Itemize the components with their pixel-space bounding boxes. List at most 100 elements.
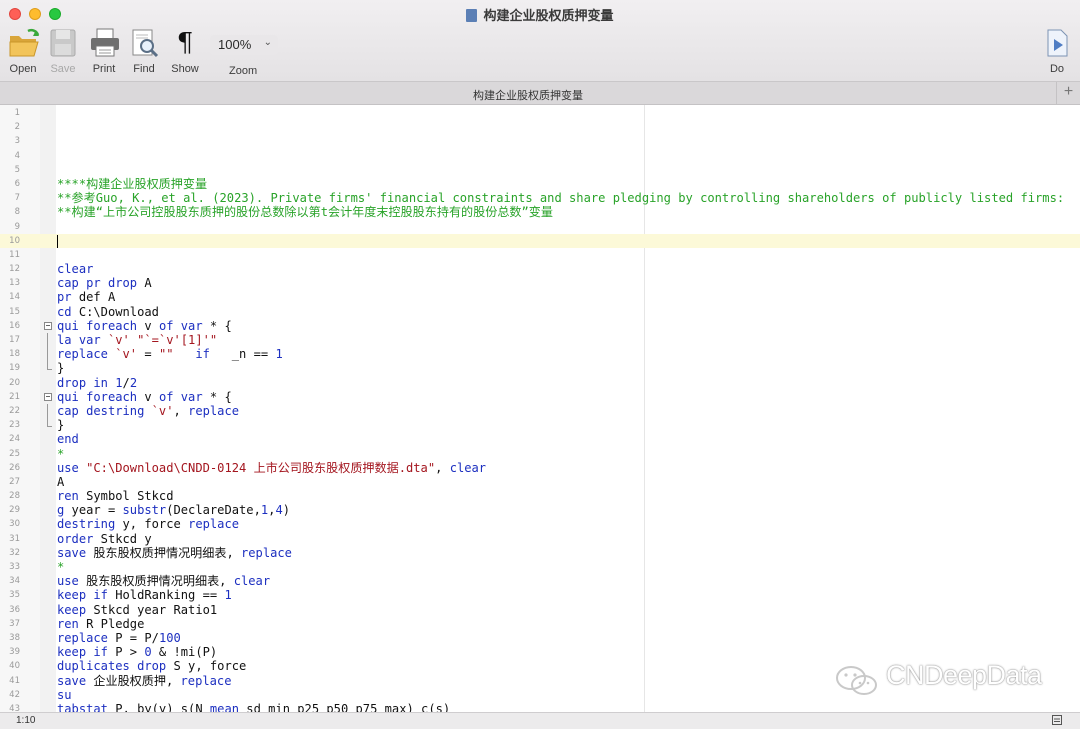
code-token: **参考Guo, K., et al. (2023). Private firm… bbox=[57, 191, 1065, 206]
code-text: } bbox=[57, 418, 64, 432]
code-line[interactable]: 9 bbox=[0, 220, 1080, 234]
code-token: 2 bbox=[129, 375, 138, 390]
fold-toggle-icon[interactable] bbox=[43, 319, 52, 333]
code-text: save 股东股权质押情况明细表, replace bbox=[57, 546, 292, 560]
fold-guide bbox=[43, 333, 52, 347]
code-token: keep if bbox=[57, 645, 108, 660]
code-line[interactable]: 29 g year = substr(DeclareDate,1,4) bbox=[0, 503, 1080, 517]
code-line[interactable]: 5 bbox=[0, 163, 1080, 177]
zoom-select[interactable]: 100% ⌄ bbox=[210, 35, 278, 55]
code-line[interactable]: 26 use "C:\Download\CNDD-0124 上市公司股东股权质押数… bbox=[0, 461, 1080, 475]
do-button[interactable]: Do bbox=[1035, 28, 1079, 75]
code-text: **构建“上市公司控股股东质押的股份总数除以第t会计年度末控股股东持有的股份总数… bbox=[57, 205, 553, 219]
code-line[interactable]: 43 tabstat P, by(y) s(N mean sd min p25 p… bbox=[0, 702, 1080, 712]
code-token: su bbox=[57, 687, 72, 702]
code-line[interactable]: 3 bbox=[0, 134, 1080, 148]
code-line[interactable]: 10 bbox=[0, 233, 1080, 248]
line-number: 6 bbox=[14, 178, 20, 189]
code-token: replace bbox=[188, 517, 240, 532]
code-line[interactable]: 25 * bbox=[0, 447, 1080, 461]
code-line[interactable]: 15 cd C:\Download bbox=[0, 305, 1080, 319]
new-tab-button[interactable]: + bbox=[1056, 82, 1080, 104]
code-line[interactable]: 21 qui foreach v of var * { bbox=[0, 390, 1080, 404]
save-button[interactable]: Save bbox=[41, 28, 85, 75]
chevron-down-icon: ⌄ bbox=[263, 37, 272, 48]
code-line[interactable]: 6 ****构建企业股权质押变量 bbox=[0, 177, 1080, 191]
code-token: 股东股权质押情况明细表, bbox=[78, 574, 234, 589]
code-token: cap pr drop bbox=[57, 276, 138, 291]
code-line[interactable]: 16 qui foreach v of var * { bbox=[0, 319, 1080, 333]
code-token: * bbox=[57, 560, 65, 574]
code-text: ren Symbol Stkcd bbox=[57, 489, 174, 503]
code-line[interactable]: 13 cap pr drop A bbox=[0, 276, 1080, 290]
code-lines[interactable]: 1 2 3 4 5 6 ****构建企业股权质押变量 7 **参考Guo, K., et al.… bbox=[0, 106, 1080, 712]
find-button[interactable]: Find bbox=[122, 28, 166, 75]
code-line[interactable]: 19} bbox=[0, 361, 1080, 375]
code-text: order Stkcd y bbox=[57, 532, 152, 546]
open-label: Open bbox=[9, 63, 37, 75]
code-line[interactable]: 30 destring y, force replace bbox=[0, 517, 1080, 531]
line-number: 7 bbox=[14, 193, 20, 204]
code-token: y, force bbox=[115, 517, 189, 532]
code-text: cd C:\Download bbox=[57, 305, 159, 319]
open-button[interactable]: Open bbox=[1, 28, 45, 75]
line-number: 34 bbox=[9, 576, 20, 587]
code-line[interactable]: 37 ren R Pledge bbox=[0, 617, 1080, 631]
code-line[interactable]: 32 save 股东股权质押情况明细表, replace bbox=[0, 546, 1080, 560]
code-token: qui foreach bbox=[57, 389, 138, 404]
code-line[interactable]: 23} bbox=[0, 418, 1080, 432]
line-number: 36 bbox=[9, 604, 20, 615]
fold-toggle-icon[interactable] bbox=[43, 390, 52, 404]
code-line[interactable]: 39 keep if P > 0 & !mi(P) bbox=[0, 645, 1080, 659]
code-line[interactable]: 33 * bbox=[0, 560, 1080, 574]
code-line[interactable]: 18 replace `v' = "" if _n == 1 bbox=[0, 347, 1080, 362]
code-line[interactable]: 27 A bbox=[0, 475, 1080, 489]
code-token: clear bbox=[449, 460, 487, 475]
code-line[interactable]: 2 bbox=[0, 120, 1080, 134]
line-number: 13 bbox=[9, 278, 20, 289]
code-line[interactable]: 4 bbox=[0, 149, 1080, 163]
code-token: 股东股权质押情况明细表, bbox=[86, 545, 241, 560]
code-token: replace bbox=[241, 545, 292, 560]
code-line[interactable]: 1 bbox=[0, 106, 1080, 120]
code-token: replace bbox=[57, 347, 108, 362]
code-line[interactable]: 31 order Stkcd y bbox=[0, 532, 1080, 546]
code-text: **参考Guo, K., et al. (2023). Private firm… bbox=[57, 191, 1064, 205]
code-line[interactable]: 8 **构建“上市公司控股股东质押的股份总数除以第t会计年度末控股股东持有的股份总… bbox=[0, 205, 1080, 219]
code-line[interactable]: 20 drop in 1/2 bbox=[0, 376, 1080, 390]
fold-guide bbox=[43, 418, 52, 432]
code-line[interactable]: 38 replace P = P/100 bbox=[0, 631, 1080, 645]
line-number: 27 bbox=[9, 476, 20, 487]
code-line[interactable]: 22 cap destring `v', replace bbox=[0, 403, 1080, 418]
code-token: ren bbox=[57, 489, 79, 504]
code-line[interactable]: 12 clear bbox=[0, 262, 1080, 276]
print-button[interactable]: Print bbox=[82, 28, 126, 75]
status-menu-icon[interactable] bbox=[1052, 715, 1062, 725]
code-line[interactable]: 14 pr def A bbox=[0, 290, 1080, 304]
code-token: substr bbox=[122, 503, 167, 518]
code-token: cap destring bbox=[57, 403, 145, 418]
code-line[interactable]: 34 use 股东股权质押情况明细表, clear bbox=[0, 574, 1080, 588]
line-number: 37 bbox=[9, 618, 20, 629]
code-line[interactable]: 11 bbox=[0, 248, 1080, 262]
line-number: 32 bbox=[9, 547, 20, 558]
code-token: * bbox=[57, 446, 65, 461]
code-text: cap pr drop A bbox=[57, 276, 152, 290]
code-line[interactable]: 35 keep if HoldRanking == 1 bbox=[0, 588, 1080, 602]
find-magnifier-icon bbox=[129, 28, 159, 58]
code-line[interactable]: 36 keep Stkcd year Ratio1 bbox=[0, 603, 1080, 617]
code-line[interactable]: 7 **参考Guo, K., et al. (2023). Private fir… bbox=[0, 191, 1080, 205]
line-number: 1 bbox=[14, 108, 20, 118]
code-token: * { bbox=[202, 318, 232, 333]
code-token: tabstat bbox=[57, 701, 108, 712]
code-editor[interactable]: 1 2 3 4 5 6 ****构建企业股权质押变量 7 **参考Guo, K., et al.… bbox=[0, 105, 1080, 712]
code-line[interactable]: 28 ren Symbol Stkcd bbox=[0, 489, 1080, 503]
code-line[interactable]: 24 end bbox=[0, 432, 1080, 446]
code-text: keep if HoldRanking == 1 bbox=[57, 588, 232, 602]
code-token: Symbol Stkcd bbox=[78, 489, 174, 504]
show-button[interactable]: ¶ Show bbox=[163, 28, 207, 75]
code-line[interactable]: 17 la var `v' "`=`v'[1]'" bbox=[0, 333, 1080, 347]
code-token: year = bbox=[64, 503, 123, 518]
cursor-position: 1:10 bbox=[16, 715, 36, 726]
tab-document[interactable]: 构建企业股权质押变量 bbox=[0, 87, 1056, 103]
